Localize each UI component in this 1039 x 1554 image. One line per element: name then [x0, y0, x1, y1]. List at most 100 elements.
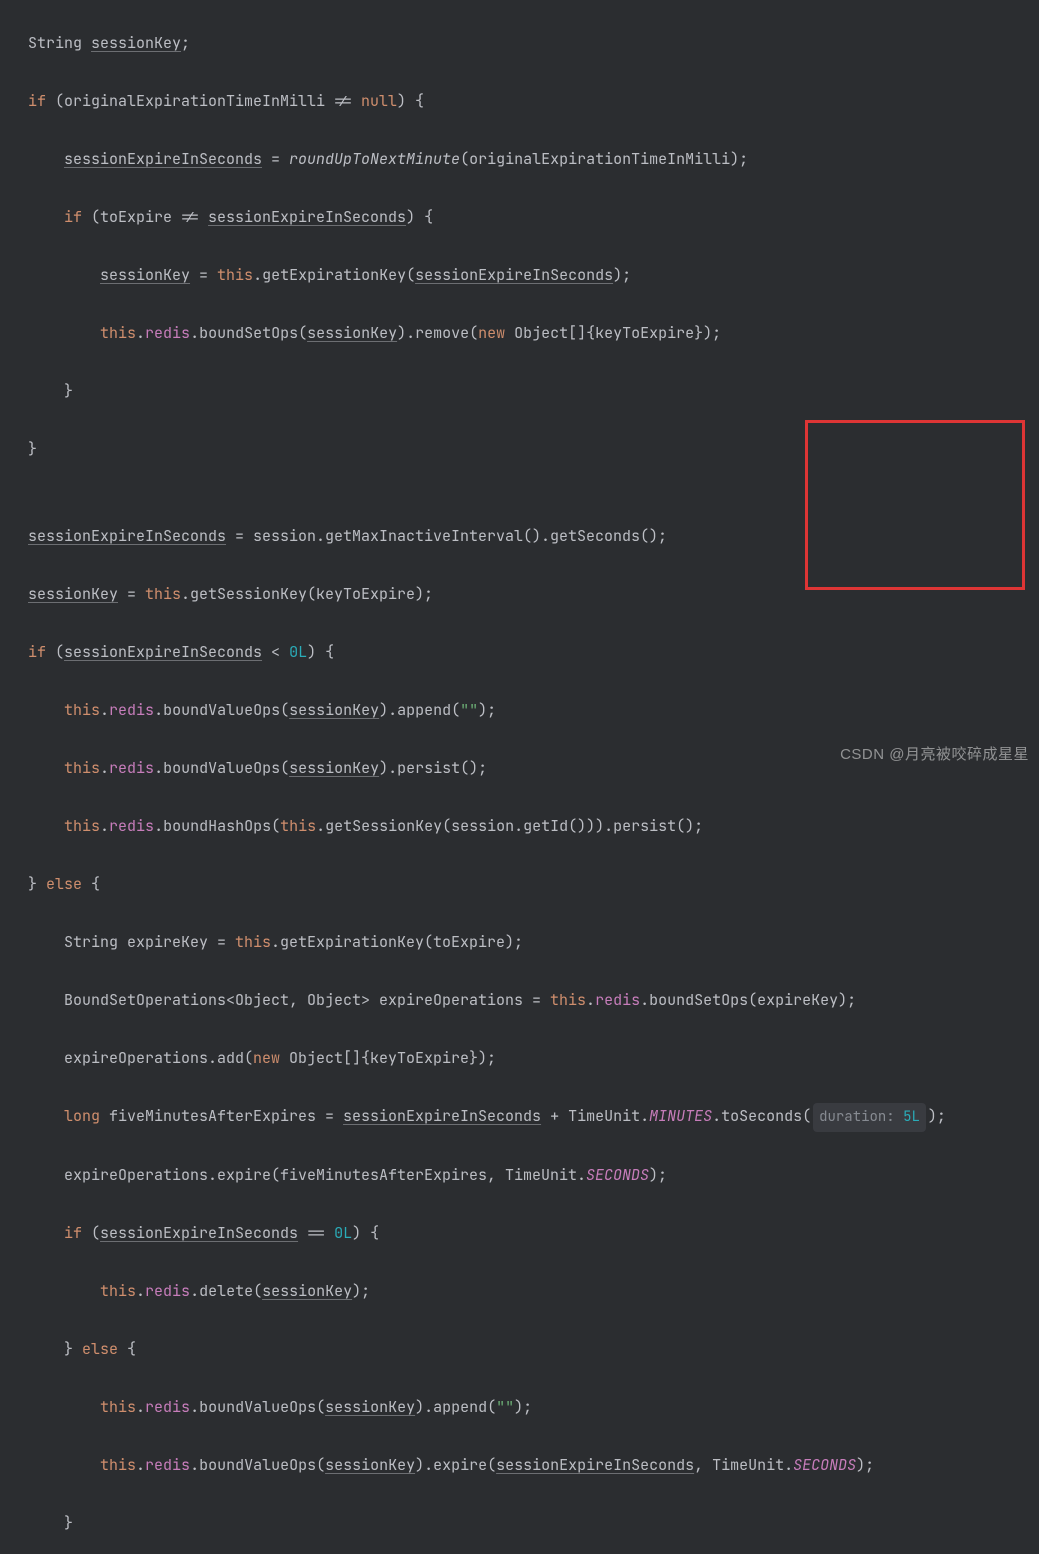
brace: }	[28, 439, 37, 459]
punctuation: ) {	[397, 91, 424, 111]
keyword-long: long	[64, 1106, 100, 1126]
variable: sessionKey	[262, 1281, 352, 1301]
punctuation: ) {	[352, 1223, 379, 1243]
string-literal: ""	[496, 1397, 514, 1417]
code-line: sessionExpireInSeconds = session.getMaxI…	[0, 522, 1039, 551]
code-line: String expireKey = this.getExpirationKey…	[0, 928, 1039, 957]
string-literal: ""	[460, 700, 478, 720]
keyword-this: this	[64, 816, 100, 836]
operator: =	[262, 149, 289, 169]
punctuation: );	[649, 1165, 667, 1185]
keyword-this: this	[100, 1455, 136, 1475]
indent	[28, 149, 64, 169]
keyword-this: this	[64, 700, 100, 720]
indent	[28, 207, 64, 227]
variable: sessionKey	[307, 323, 397, 343]
method-call: .boundValueOps(	[154, 758, 289, 778]
indent	[28, 1106, 64, 1126]
constant: MINUTES	[649, 1106, 712, 1126]
keyword-type: String	[28, 33, 91, 53]
indent	[28, 323, 100, 343]
punctuation: (	[82, 1223, 100, 1243]
keyword-else: else	[46, 874, 82, 894]
punctuation: .	[136, 323, 145, 343]
code-line: this.redis.boundHashOps(this.getSessionK…	[0, 812, 1039, 841]
punctuation: ) {	[406, 207, 433, 227]
operator: =	[190, 265, 217, 285]
constant: SECONDS	[586, 1165, 649, 1185]
indent	[28, 1513, 64, 1533]
method-call: ).expire(	[415, 1455, 496, 1475]
punctuation: ;	[181, 33, 190, 53]
indent	[28, 1455, 100, 1475]
punctuation: {	[82, 874, 100, 894]
variable: sessionKey	[325, 1455, 415, 1475]
indent	[28, 700, 64, 720]
field: redis	[145, 1455, 190, 1475]
method-call: .getExpirationKey(	[253, 265, 415, 285]
code-line: if (sessionExpireInSeconds == 0L) {	[0, 1219, 1039, 1248]
code-editor[interactable]: String sessionKey; if (originalExpiratio…	[0, 0, 1039, 1554]
number-literal: 0L	[289, 642, 307, 662]
indent	[28, 1339, 64, 1359]
method-call: ).append(	[379, 700, 460, 720]
method-call: .getSessionKey(session.getId())).persist…	[316, 816, 703, 836]
variable: sessionExpireInSeconds	[28, 526, 226, 546]
code-line: this.redis.boundSetOps(sessionKey).remov…	[0, 319, 1039, 348]
code-line: this.redis.delete(sessionKey);	[0, 1277, 1039, 1306]
variable: sessionExpireInSeconds	[496, 1455, 694, 1475]
field: redis	[145, 323, 190, 343]
punctuation: );	[928, 1106, 946, 1126]
variable: sessionExpireInSeconds	[208, 207, 406, 227]
code-line: long fiveMinutesAfterExpires = sessionEx…	[0, 1102, 1039, 1132]
keyword-if: if	[28, 91, 46, 111]
code-line: this.redis.boundValueOps(sessionKey).app…	[0, 1393, 1039, 1422]
indent	[28, 816, 64, 836]
code-line: }	[0, 377, 1039, 406]
punctuation: .	[100, 700, 109, 720]
method-call: .getExpirationKey(toExpire);	[271, 932, 523, 952]
code-line: if (toExpire != sessionExpireInSeconds) …	[0, 203, 1039, 232]
punctuation: .	[100, 816, 109, 836]
hint-value: 5L	[903, 1108, 920, 1126]
watermark: CSDN @月亮被咬碎成星星	[840, 740, 1029, 769]
variable: sessionExpireInSeconds	[64, 642, 262, 662]
code-line: expireOperations.expire(fiveMinutesAfter…	[0, 1161, 1039, 1190]
code-text: fiveMinutesAfterExpires =	[100, 1106, 343, 1126]
constant: SECONDS	[793, 1455, 856, 1475]
code-line: if (originalExpirationTimeInMilli != nul…	[0, 87, 1039, 116]
keyword-this: this	[145, 584, 181, 604]
number-literal: 0L	[334, 1223, 352, 1243]
keyword-new: new	[478, 323, 505, 343]
method-call: .boundValueOps(	[190, 1397, 325, 1417]
method-call: .boundValueOps(	[154, 700, 289, 720]
punctuation: );	[856, 1455, 874, 1475]
parameter-hint: duration: 5L	[813, 1103, 926, 1132]
hint-label: duration:	[819, 1108, 903, 1126]
code-line: if (sessionExpireInSeconds < 0L) {	[0, 638, 1039, 667]
variable: sessionKey	[91, 33, 181, 53]
variable: sessionKey	[28, 584, 118, 604]
indent	[28, 1165, 64, 1185]
code-text: , TimeUnit.	[694, 1455, 793, 1475]
method-call: expireOperations.expire(fiveMinutesAfter…	[64, 1165, 586, 1185]
brace: }	[64, 381, 73, 401]
code-line: sessionExpireInSeconds = roundUpToNextMi…	[0, 145, 1039, 174]
code-line: this.redis.boundValueOps(sessionKey).exp…	[0, 1451, 1039, 1480]
indent	[28, 758, 64, 778]
punctuation: .	[586, 990, 595, 1010]
keyword-new: new	[253, 1048, 280, 1068]
code-text: Object[]{keyToExpire});	[505, 323, 721, 343]
keyword-this: this	[235, 932, 271, 952]
punctuation: );	[613, 265, 631, 285]
method-call: ).remove(	[397, 323, 478, 343]
code-line: this.redis.boundValueOps(sessionKey).app…	[0, 696, 1039, 725]
code-line: } else {	[0, 870, 1039, 899]
indent	[28, 990, 64, 1010]
variable: sessionExpireInSeconds	[100, 1223, 298, 1243]
indent	[28, 932, 64, 952]
field: redis	[595, 990, 640, 1010]
code-line: BoundSetOperations<Object, Object> expir…	[0, 986, 1039, 1015]
keyword-this: this	[217, 265, 253, 285]
variable: sessionKey	[289, 758, 379, 778]
